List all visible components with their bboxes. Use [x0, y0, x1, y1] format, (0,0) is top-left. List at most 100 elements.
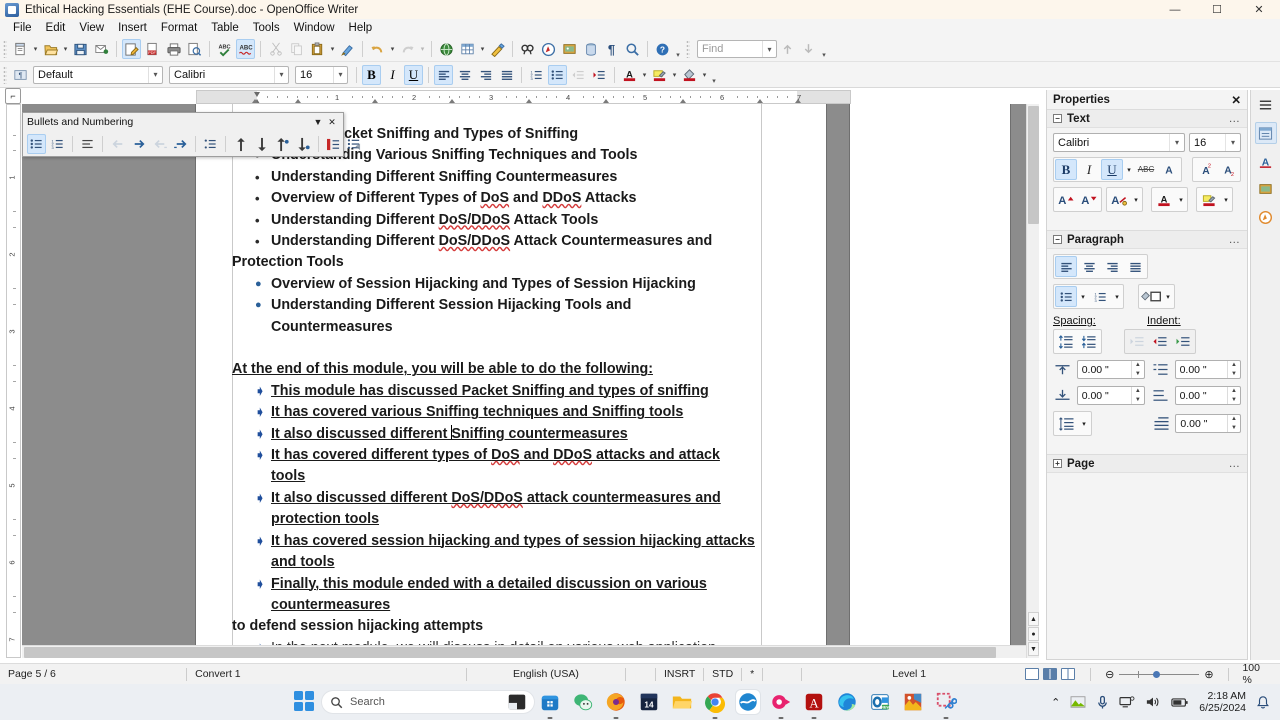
print-file-icon[interactable]: [164, 39, 183, 59]
decrease-indent-button[interactable]: [569, 65, 588, 85]
bullets-and-numbering-dialog-icon[interactable]: [345, 134, 364, 154]
ordered-list-button[interactable]: 123: [527, 65, 546, 85]
underline-dropdown[interactable]: ▾: [1124, 159, 1134, 180]
move-up-icon[interactable]: [231, 134, 250, 154]
align-center-button[interactable]: [455, 65, 474, 85]
chevron-down-icon[interactable]: ▾: [274, 66, 288, 83]
taskbar-start[interactable]: [294, 691, 316, 713]
taskbar-microsoft-store[interactable]: [538, 690, 562, 714]
zoom-icon[interactable]: [623, 39, 642, 59]
highlight-dropdown[interactable]: ▾: [1221, 189, 1231, 210]
page-panel-more-options[interactable]: …: [1229, 458, 1242, 470]
sidebar-settings-icon[interactable]: [1255, 94, 1277, 116]
document-canvas[interactable]: • tanding Packet Sniffing and Types of S…: [22, 104, 1038, 658]
taskbar-clock[interactable]: 2:18 AM 6/25/2024: [1199, 690, 1246, 714]
demote-icon[interactable]: [129, 134, 148, 154]
open-document-icon[interactable]: [41, 39, 60, 59]
multiple-page-view-icon[interactable]: [1043, 668, 1058, 680]
before-text-indent-input[interactable]: 0.00 " ▲ ▼: [1174, 360, 1241, 379]
list-item[interactable]: ➧ Finally, this module ended with a deta…: [232, 574, 767, 595]
vertical-ruler[interactable]: 1 2 3 4 5 6 7: [6, 104, 21, 658]
find-previous-icon[interactable]: [778, 39, 797, 59]
collapse-icon[interactable]: −: [1053, 235, 1062, 244]
taskbar-search-box[interactable]: Search 🏰: [322, 691, 534, 713]
justify-button[interactable]: [497, 65, 516, 85]
book-view-icon[interactable]: [1061, 668, 1076, 680]
next-page-button[interactable]: ▼: [1028, 642, 1039, 656]
properties-deck-icon[interactable]: [1254, 122, 1277, 144]
font-color-dropdown[interactable]: ▾: [1176, 189, 1186, 210]
sidebar-ordered-list-button[interactable]: 123: [1089, 286, 1111, 307]
taskbar-wechat[interactable]: [571, 690, 595, 714]
highlight-button[interactable]: [650, 65, 669, 85]
taskbar-openoffice[interactable]: [736, 690, 760, 714]
align-right-button[interactable]: [476, 65, 495, 85]
page-panel-header[interactable]: + Page …: [1047, 455, 1247, 473]
sidebar-italic-button[interactable]: I: [1078, 159, 1100, 180]
spinner-up-icon[interactable]: ▲: [1228, 387, 1240, 396]
sidebar-shadow-button[interactable]: A: [1158, 159, 1180, 180]
text-panel-more-options[interactable]: …: [1229, 113, 1242, 125]
list-item[interactable]: ➧ It also discussed different DoS/DDoS a…: [232, 488, 767, 509]
collapse-icon[interactable]: −: [1053, 114, 1062, 123]
move-down-with-subpoints-icon[interactable]: [294, 134, 313, 154]
format-toolbar-overflow-button[interactable]: ▾: [709, 65, 719, 85]
spinner-down-icon[interactable]: ▼: [1132, 370, 1144, 379]
sidebar-strikethrough-button[interactable]: ABC: [1135, 159, 1157, 180]
increase-paragraph-spacing-button[interactable]: [1055, 331, 1077, 352]
taskbar-snipping-tool[interactable]: [934, 690, 958, 714]
tab-stop-selector[interactable]: ⌐: [5, 88, 21, 104]
font-color-button[interactable]: A: [620, 65, 639, 85]
paragraph-background-dropdown[interactable]: ▾: [1163, 286, 1173, 307]
spinner-up-icon[interactable]: ▲: [1132, 387, 1144, 396]
paragraph-style-icon[interactable]: ¶: [11, 65, 30, 85]
list-item[interactable]: • Understanding Different DoS/DDoS Attac…: [232, 210, 767, 231]
font-size-combo[interactable]: 16 ▾: [295, 65, 348, 84]
section-heading[interactable]: At the end of this module, you will be a…: [232, 359, 767, 380]
spelling-icon[interactable]: ABC: [215, 39, 234, 59]
navigation-button[interactable]: ●: [1028, 627, 1039, 641]
undo-icon[interactable]: [368, 39, 387, 59]
toolbar-overflow-button[interactable]: ▾: [673, 39, 683, 59]
taskbar-photos[interactable]: [901, 690, 925, 714]
selection-mode-indicator[interactable]: STD: [704, 667, 741, 682]
word-count-indicator[interactable]: Convert 1: [187, 667, 466, 682]
list-item-continuation[interactable]: tools: [232, 466, 767, 487]
new-document-dropdown[interactable]: ▾: [31, 45, 40, 53]
paste-dropdown[interactable]: ▾: [328, 45, 337, 53]
paste-icon[interactable]: [308, 39, 327, 59]
increase-indent-sidebar-button[interactable]: [1126, 331, 1148, 352]
single-page-view-icon[interactable]: [1025, 668, 1040, 680]
sidebar-justify-button[interactable]: [1124, 256, 1146, 277]
paragraph-panel-more-options[interactable]: …: [1229, 234, 1242, 246]
undo-dropdown[interactable]: ▾: [388, 45, 397, 53]
show-hidden-icons[interactable]: ⌃: [1051, 696, 1060, 709]
volume-icon[interactable]: [1145, 695, 1161, 709]
vertical-scrollbar-thumb[interactable]: [1028, 106, 1039, 224]
unordered-list-dropdown[interactable]: ▾: [1078, 286, 1088, 307]
save-document-icon[interactable]: [71, 39, 90, 59]
insert-table-icon[interactable]: [458, 39, 477, 59]
sidebar-highlight-button[interactable]: [1198, 189, 1220, 210]
formatting-marks-icon[interactable]: ¶: [602, 39, 621, 59]
list-item[interactable]: • Overview of Different Types of DoS and…: [232, 188, 767, 209]
taskbar-edge[interactable]: [835, 690, 859, 714]
decrease-paragraph-spacing-button[interactable]: [1078, 331, 1100, 352]
promote-icon[interactable]: [108, 134, 127, 154]
remote-desktop-icon[interactable]: [1119, 695, 1135, 709]
list-item[interactable]: ● Overview of Session Hijacking and Type…: [232, 274, 767, 295]
no-list-button[interactable]: [78, 134, 97, 154]
navigator-deck-icon[interactable]: [1255, 206, 1277, 228]
list-item-continuation[interactable]: Countermeasures: [232, 317, 767, 338]
zoom-slider[interactable]: ⊖ ⊕: [1097, 667, 1221, 682]
document-modified-indicator[interactable]: *: [742, 667, 762, 682]
font-name-combo[interactable]: Calibri ▾: [169, 65, 289, 84]
page-indicator[interactable]: Page 5 / 6: [0, 667, 186, 682]
nvidia-icon[interactable]: [1070, 695, 1086, 709]
line-spacing-dropdown[interactable]: ▾: [1078, 413, 1090, 434]
chevron-down-icon[interactable]: ▾: [333, 66, 347, 83]
menu-item-view[interactable]: View: [72, 21, 111, 35]
close-button[interactable]: ✕: [1238, 0, 1280, 19]
zoom-in-icon[interactable]: ⊕: [1204, 668, 1213, 681]
zoom-out-icon[interactable]: ⊖: [1105, 668, 1114, 681]
